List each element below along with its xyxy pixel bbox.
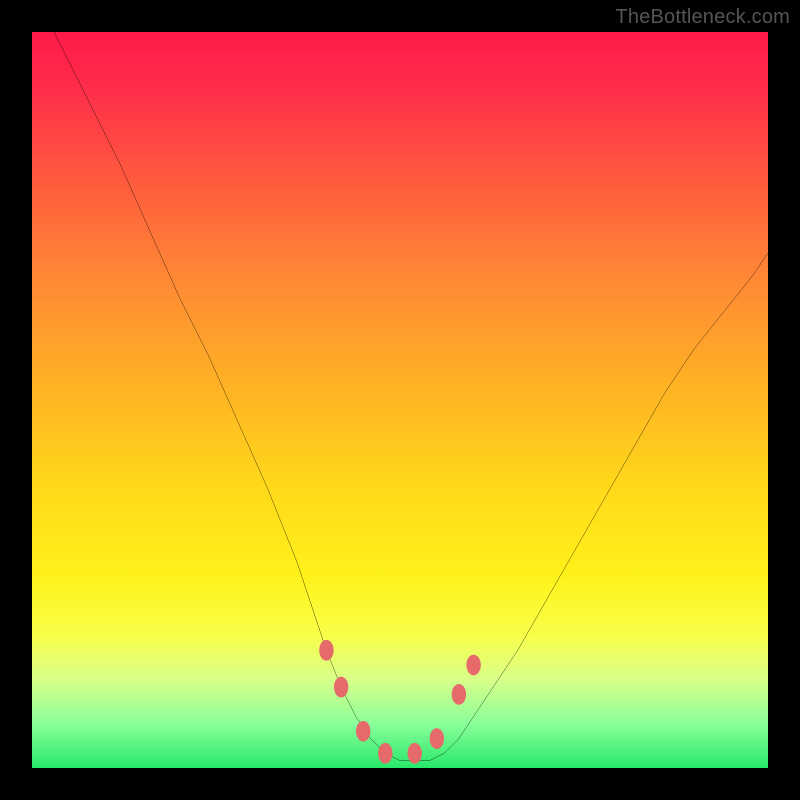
marker-point: [430, 728, 444, 749]
marker-point: [408, 743, 422, 764]
watermark-text: TheBottleneck.com: [615, 6, 790, 29]
marker-point: [319, 640, 333, 661]
marker-point: [378, 743, 392, 764]
curve-svg: [32, 32, 768, 768]
bottleneck-curve: [54, 32, 768, 761]
chart-frame: TheBottleneck.com: [0, 0, 800, 800]
marker-point: [334, 677, 348, 698]
marker-point: [466, 655, 480, 676]
marker-point: [452, 684, 466, 705]
plot-area: [32, 32, 768, 768]
curve-markers: [319, 640, 481, 764]
marker-point: [356, 721, 370, 742]
